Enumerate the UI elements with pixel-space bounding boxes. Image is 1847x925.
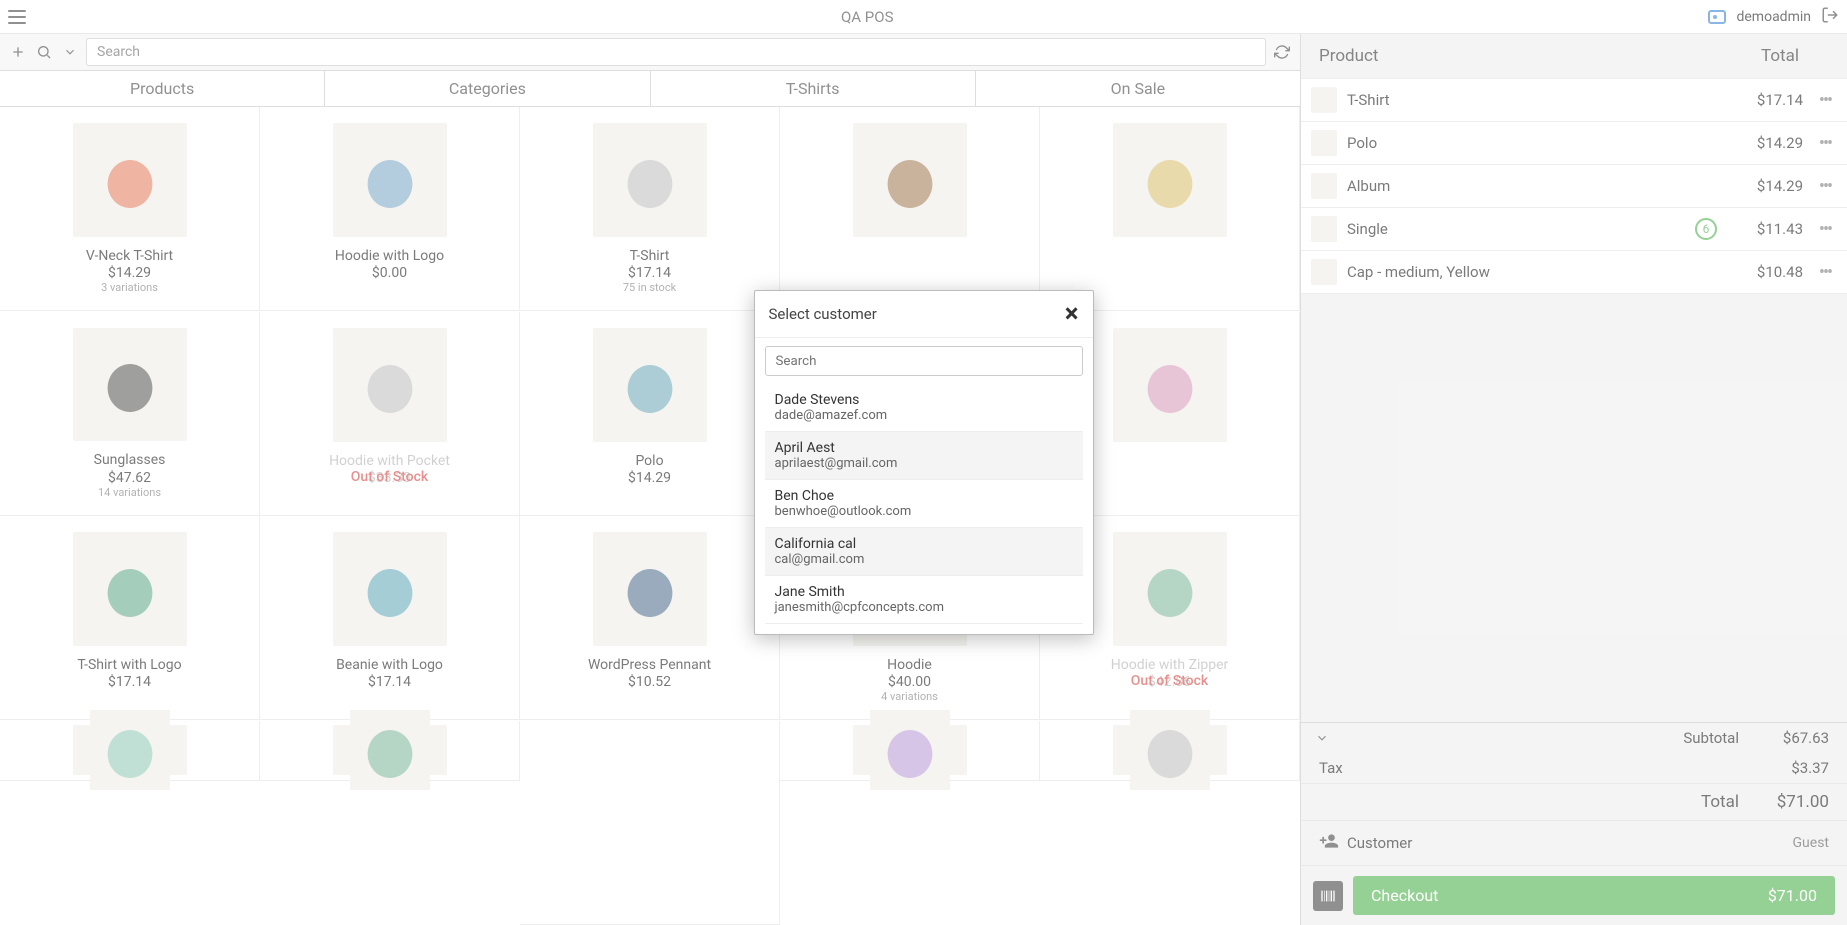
customer-list-item[interactable]: April Aest aprilaest@gmail.com [765, 432, 1083, 480]
select-customer-modal: Select customer × Dade Stevens dade@amaz… [754, 290, 1094, 635]
customer-email: cal@gmail.com [775, 552, 1073, 567]
customer-search-input[interactable] [765, 346, 1083, 376]
modal-overlay: Select customer × Dade Stevens dade@amaz… [0, 0, 1847, 925]
customer-email: aprilaest@gmail.com [775, 456, 1073, 471]
customer-list: Dade Stevens dade@amazef.comApril Aest a… [755, 384, 1093, 634]
customer-name: Ben Choe [775, 488, 1073, 504]
close-icon[interactable]: × [1065, 301, 1079, 327]
customer-list-item[interactable]: California cal cal@gmail.com [765, 528, 1083, 576]
customer-name: Dade Stevens [775, 392, 1073, 408]
customer-email: dade@amazef.com [775, 408, 1073, 423]
customer-list-item[interactable]: Dade Stevens dade@amazef.com [765, 384, 1083, 432]
customer-list-item[interactable]: Jane Smith janesmith@cpfconcepts.com [765, 576, 1083, 624]
customer-email: benwhoe@outlook.com [775, 504, 1073, 519]
customer-list-item[interactable]: Ben Choe benwhoe@outlook.com [765, 480, 1083, 528]
customer-name: April Aest [775, 440, 1073, 456]
modal-title: Select customer [769, 305, 1065, 323]
customer-email: janesmith@cpfconcepts.com [775, 600, 1073, 615]
customer-name: Jane Smith [775, 584, 1073, 600]
customer-name: California cal [775, 536, 1073, 552]
